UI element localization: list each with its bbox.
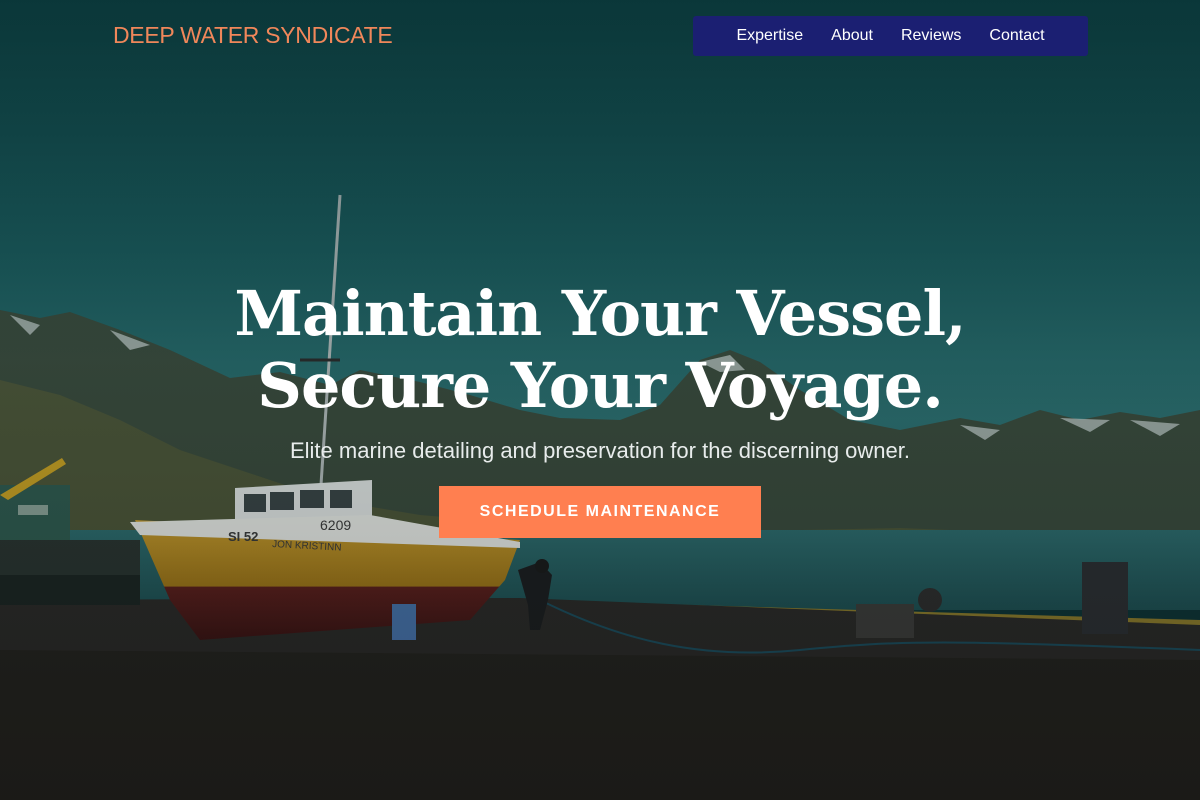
schedule-maintenance-button[interactable]: SCHEDULE MAINTENANCE [439,486,761,538]
nav-item-reviews[interactable]: Reviews [887,16,975,56]
hero-headline: Maintain Your Vessel, Secure Your Voyage… [0,278,1200,422]
hero-subheading: Elite marine detailing and preservation … [289,438,911,463]
brand-logo[interactable]: DEEP WATER SYNDICATE [113,22,393,49]
nav-item-about[interactable]: About [817,16,887,56]
main-nav: Expertise About Reviews Contact [693,16,1088,56]
hero-headline-line1: Maintain Your Vessel, [234,277,966,350]
nav-item-expertise[interactable]: Expertise [722,16,817,56]
hero-headline-line2: Secure Your Voyage. [257,349,944,422]
hero-section: 6209 SI 52 JON KRISTINN DEEP WATER SYNDI… [0,0,1200,800]
nav-item-contact[interactable]: Contact [975,16,1058,56]
